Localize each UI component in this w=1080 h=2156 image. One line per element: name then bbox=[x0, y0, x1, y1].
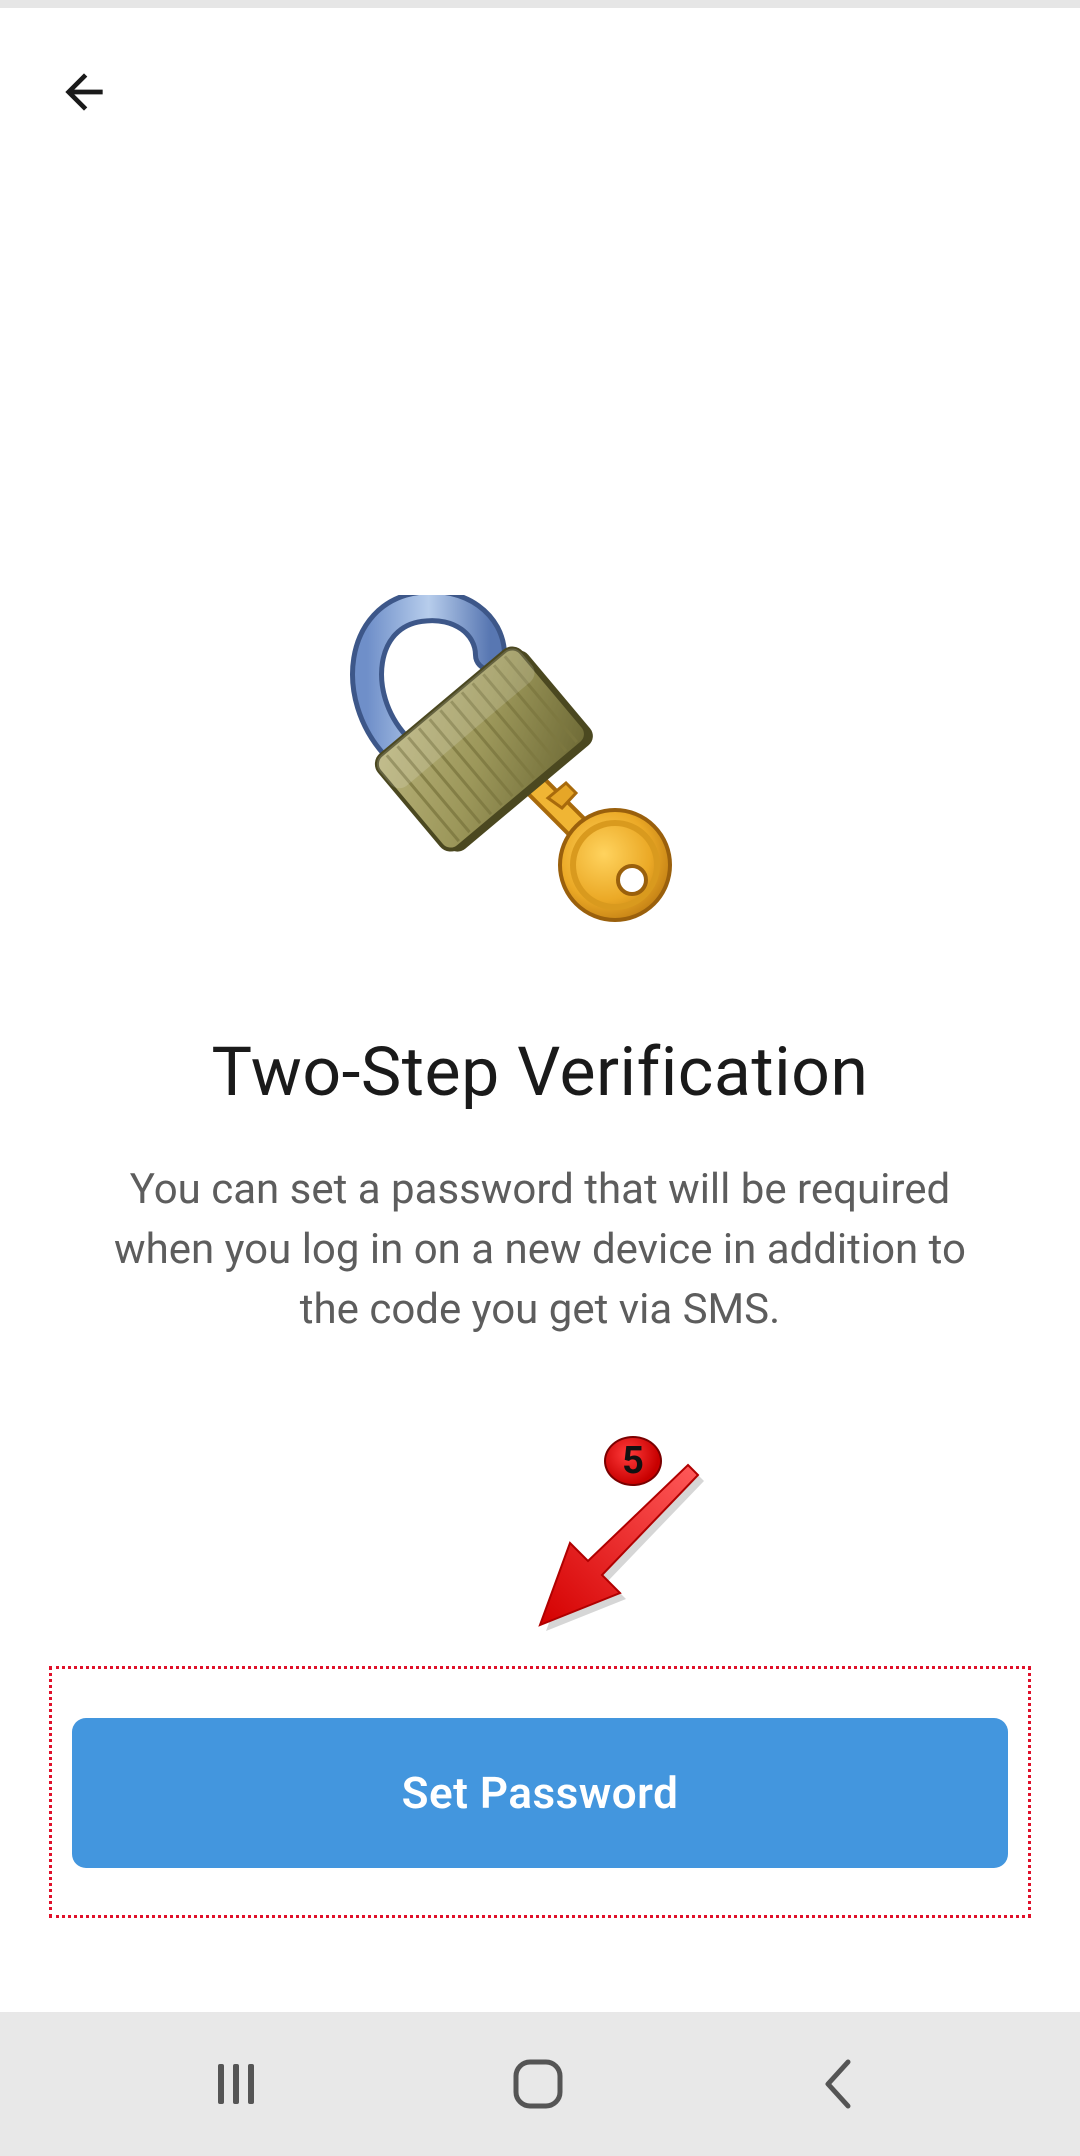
arrow-left-icon bbox=[65, 73, 103, 111]
description-text: You can set a password that will be requ… bbox=[114, 1165, 966, 1334]
recents-button[interactable] bbox=[166, 2012, 306, 2156]
home-icon bbox=[513, 2059, 563, 2109]
step-number-badge: 5 bbox=[604, 1436, 662, 1486]
lock-with-key-icon bbox=[350, 595, 672, 922]
home-button[interactable] bbox=[468, 2012, 608, 2156]
recents-icon bbox=[218, 2064, 254, 2104]
back-button[interactable] bbox=[44, 52, 124, 132]
nav-back-icon bbox=[825, 2059, 851, 2109]
two-step-verification-screen: Two-Step Verification You can set a pass… bbox=[0, 0, 1080, 2156]
page-title: Two-Step Verification bbox=[211, 1032, 869, 1112]
nav-back-button[interactable] bbox=[770, 2012, 910, 2156]
system-navigation-bar bbox=[0, 2012, 1080, 2156]
status-bar bbox=[0, 0, 1080, 8]
set-password-button[interactable]: Set Password bbox=[72, 1718, 1008, 1868]
